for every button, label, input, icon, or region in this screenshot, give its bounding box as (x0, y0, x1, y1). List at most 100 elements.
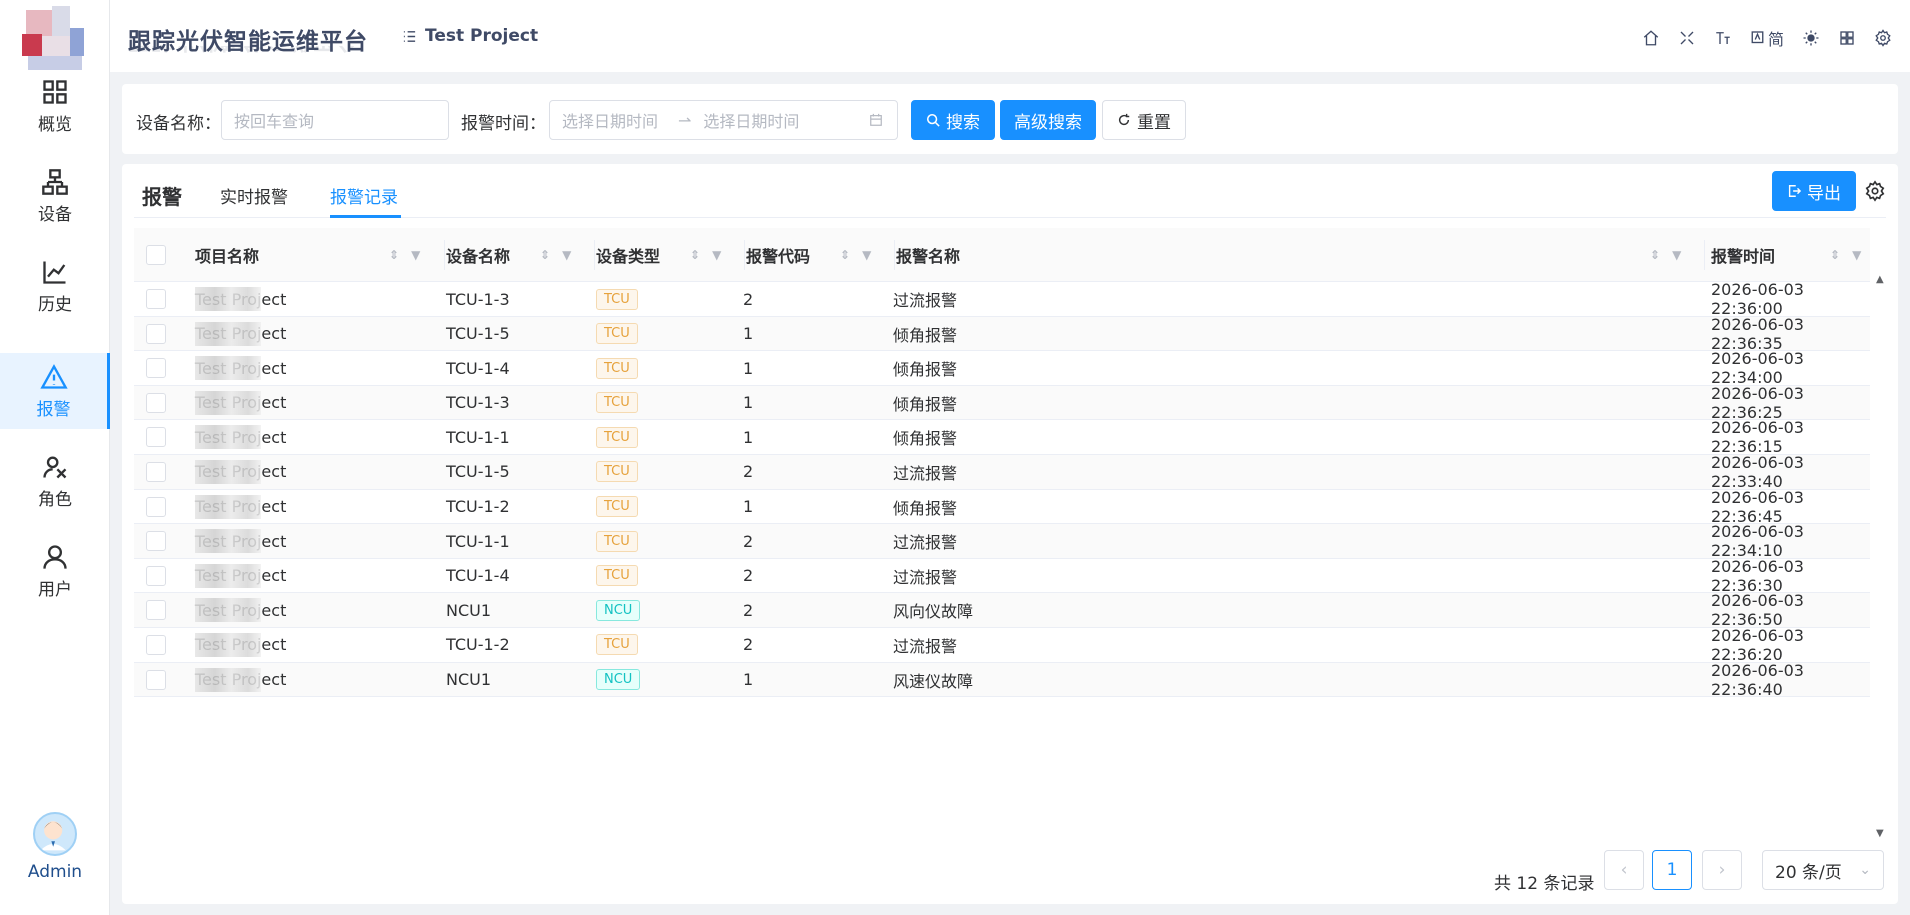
select-all-checkbox[interactable] (146, 228, 166, 282)
time-cell: 2026-06-03 22:36:50 (1711, 591, 1870, 629)
theme-icon[interactable] (1802, 29, 1820, 47)
table-row[interactable]: Test Project TCU-1-5 TCU 1 倾角报警 2026-06-03 22… (134, 315, 1870, 353)
table-row[interactable]: Test Project TCU-1-3 TCU 2 过流报警 2026-06-03 22… (134, 280, 1870, 318)
row-checkbox[interactable] (146, 559, 166, 593)
column-settings-icon[interactable] (1864, 180, 1886, 202)
home-icon[interactable] (1642, 29, 1660, 47)
table-header: 项目名称 ⇕ ▼ 设备名称 ⇕ ▼ 设备类型 ⇕ ▼ 报警代码 ⇕ ▼ 报警名称 ⇕ ▼ (134, 228, 1870, 282)
row-checkbox[interactable] (146, 282, 166, 316)
project-cell: Test Project (195, 420, 286, 454)
table-row[interactable]: Test Project TCU-1-1 TCU 2 过流报警 2026-06-03 22… (134, 522, 1870, 560)
column-header-label: 设备类型 (596, 247, 661, 266)
filter-icon[interactable]: ▼ (411, 248, 420, 262)
font-size-icon[interactable] (1714, 29, 1732, 47)
advanced-search-button[interactable]: 高级搜索 (1000, 100, 1096, 140)
filter-icon[interactable]: ▼ (1672, 248, 1681, 262)
project-name: Test Project (425, 26, 539, 46)
redacted-mask (195, 494, 261, 519)
redacted-mask (195, 667, 261, 692)
name-text: 过流报警 (893, 463, 958, 483)
redacted-mask (195, 390, 261, 415)
table-row[interactable]: Test Project TCU-1-4 TCU 2 过流报警 2026-06-03 22… (134, 557, 1870, 595)
table-row[interactable]: Test Project TCU-1-3 TCU 1 倾角报警 2026-06-03 22… (134, 384, 1870, 422)
settings-icon[interactable] (1874, 29, 1892, 47)
table-row[interactable]: Test ProjectNCU1NCU1风速仪故障2026-06-03 22:3… (134, 661, 1870, 699)
code-cell: 2 (743, 282, 753, 316)
sort-icon[interactable]: ⇕ (690, 248, 700, 262)
name-text: 风向仪故障 (893, 602, 974, 622)
reset-button-label: 重置 (1137, 112, 1171, 133)
sidebar-item-user[interactable]: 用户 (0, 533, 110, 609)
row-checkbox[interactable] (146, 663, 166, 697)
filter-icon[interactable]: ▼ (1852, 248, 1861, 262)
sidebar-item-alarm[interactable]: 报警 (0, 353, 110, 429)
device-type-cell: TCU (596, 628, 638, 662)
filter-icon[interactable]: ▼ (562, 248, 571, 262)
time-cell: 2026-06-03 22:36:00 (1711, 280, 1870, 318)
fullscreen-icon[interactable] (1678, 29, 1696, 47)
search-button[interactable]: 搜索 (911, 100, 995, 140)
filter-icon[interactable]: ▼ (862, 248, 871, 262)
sort-icon[interactable]: ⇕ (1830, 248, 1840, 262)
sidebar-item-overview[interactable]: 概览 (0, 68, 110, 144)
row-checkbox[interactable] (146, 420, 166, 454)
project-selector[interactable]: Test Project (402, 26, 538, 46)
sort-icon[interactable]: ⇕ (540, 248, 550, 262)
prev-page-button[interactable]: ‹ (1604, 850, 1644, 890)
redacted-mask (195, 287, 261, 311)
device-name-input[interactable]: 按回车查询 (221, 100, 449, 140)
avatar[interactable] (33, 812, 77, 856)
sort-icon[interactable]: ⇕ (840, 248, 850, 262)
top-header: 跟踪光伏智能运维平台 跟踪光伏智能运维平台 Test Project 简 (110, 0, 1910, 72)
device-text: TCU-1-1 (446, 427, 510, 447)
name-cell: 过流报警 (893, 628, 957, 662)
scroll-down-arrow[interactable]: ▼ (1876, 828, 1884, 839)
layout-icon[interactable] (1838, 29, 1856, 47)
translate-icon[interactable]: 简 (1750, 26, 1784, 50)
device-cell: TCU-1-1 (446, 420, 510, 454)
next-page-button[interactable]: › (1702, 850, 1742, 890)
name-text: 倾角报警 (893, 498, 958, 518)
device-type-tag: TCU (596, 461, 638, 483)
sort-icon[interactable]: ⇕ (389, 248, 399, 262)
scroll-up-arrow[interactable]: ▲ (1876, 274, 1884, 285)
active-tab-indicator (330, 215, 401, 218)
name-cell: 过流报警 (893, 455, 957, 489)
code-text: 2 (743, 462, 754, 482)
time-cell: 2026-06-03 22:36:25 (1711, 384, 1870, 422)
project-cell: Test Project (195, 663, 286, 697)
row-checkbox[interactable] (146, 455, 166, 489)
reset-button[interactable]: 重置 (1102, 100, 1186, 140)
name-text: 过流报警 (893, 291, 958, 310)
sidebar-item-role[interactable]: 角色 (0, 443, 110, 519)
range-arrow-icon: ⇀ (678, 110, 692, 130)
sidebar-item-device[interactable]: 设备 (0, 158, 110, 234)
row-checkbox[interactable] (146, 351, 166, 385)
table-row[interactable]: Test Project TCU-1-4 TCU 1 倾角报警 2026-06-03 22… (134, 349, 1870, 387)
export-button[interactable]: 导出 (1772, 171, 1856, 211)
name-text: 过流报警 (893, 533, 958, 553)
table-row[interactable]: Test Project TCU-1-2 TCU 1 倾角报警 2026-06-03 22… (134, 488, 1870, 526)
row-checkbox[interactable] (146, 628, 166, 662)
name-cell: 倾角报警 (893, 420, 957, 454)
table-row[interactable]: Test Project NCU1 NCU 2 风向仪故障 2026-06-03 22:3… (134, 591, 1870, 629)
code-text: 2 (743, 600, 754, 620)
filter-icon[interactable]: ▼ (712, 248, 721, 262)
row-checkbox[interactable] (146, 317, 166, 351)
row-checkbox[interactable] (146, 490, 166, 524)
device-type-cell: TCU (596, 455, 638, 489)
table-row[interactable]: Test Project TCU-1-2 TCU 2 过流报警 2026-06-03 22… (134, 626, 1870, 664)
row-checkbox[interactable] (146, 524, 166, 558)
table-row[interactable]: Test Project TCU-1-5 TCU 2 过流报警 2026-06-03 22… (134, 453, 1870, 491)
tab-realtime-alarm[interactable]: 实时报警 (220, 183, 288, 208)
redacted-mask (195, 356, 261, 381)
sort-icon[interactable]: ⇕ (1650, 248, 1660, 262)
page-size-select[interactable]: 20 条/页 ⌄ (1762, 850, 1884, 890)
row-checkbox[interactable] (146, 593, 166, 627)
date-range-picker[interactable]: 选择日期时间 ⇀ 选择日期时间 (549, 100, 898, 140)
page-number-current[interactable]: 1 (1652, 850, 1692, 890)
table-row[interactable]: Test Project TCU-1-1 TCU 1 倾角报警 2026-06-03 22… (134, 418, 1870, 456)
sidebar-item-history[interactable]: 历史 (0, 248, 110, 324)
row-checkbox[interactable] (146, 386, 166, 420)
tab-alarm-records[interactable]: 报警记录 (330, 183, 398, 208)
